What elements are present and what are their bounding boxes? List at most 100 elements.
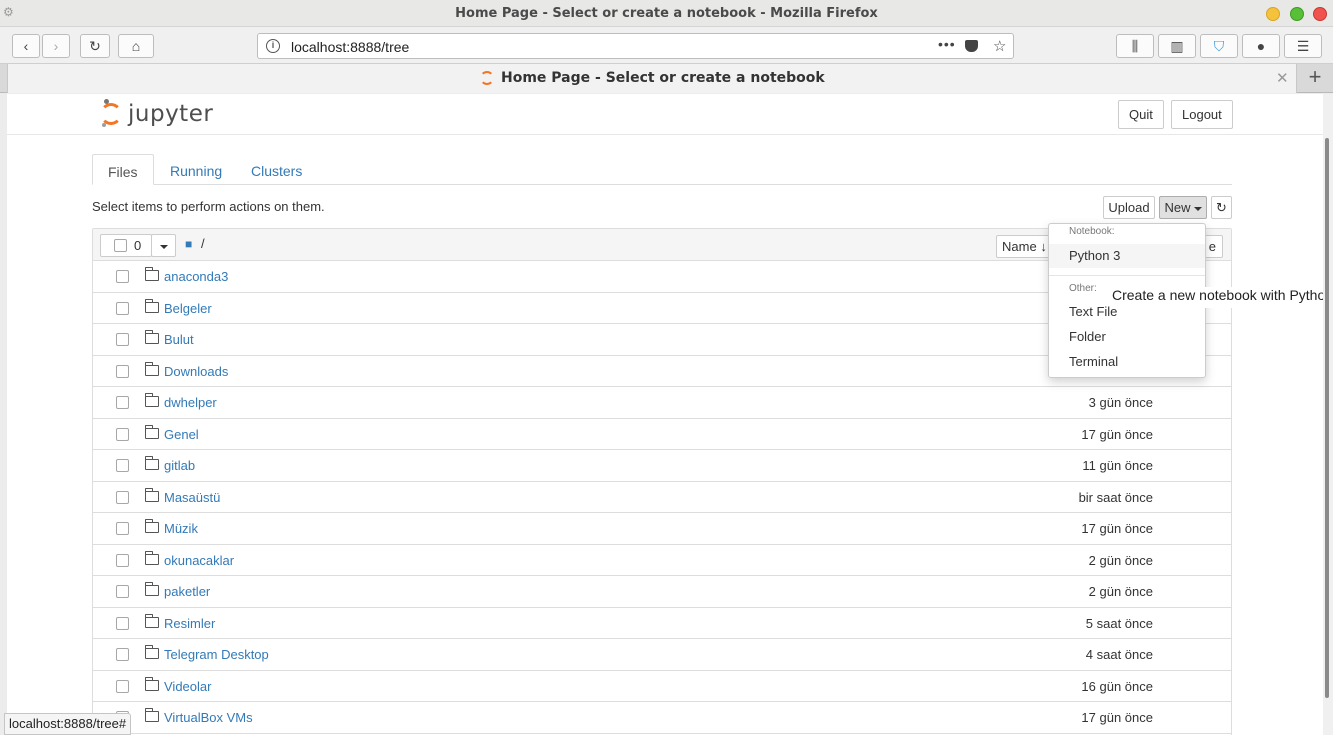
url-bar[interactable]: i localhost:8888/tree ••• ☆ <box>257 33 1014 59</box>
tab-clusters[interactable]: Clusters <box>236 154 317 185</box>
new-folder-item[interactable]: Folder <box>1049 325 1205 349</box>
library-button[interactable]: ⫼ <box>1116 34 1154 58</box>
jupyter-header: jupyter Quit Logout <box>7 94 1323 135</box>
upload-button[interactable]: Upload <box>1103 196 1155 219</box>
new-python3-item[interactable]: Python 3 <box>1049 244 1205 268</box>
url-text[interactable]: localhost:8888/tree <box>291 39 409 55</box>
table-row[interactable]: VirtualBox VMs 17 gün önce <box>93 702 1231 734</box>
select-dropdown-button[interactable] <box>151 234 176 257</box>
table-row[interactable]: gitlab 11 gün önce <box>93 450 1231 482</box>
row-checkbox[interactable] <box>116 333 129 346</box>
select-all-checkbox[interactable] <box>114 239 127 252</box>
file-name-link[interactable]: VirtualBox VMs <box>164 710 253 725</box>
page-content: jupyter Quit Logout Files Running Cluste… <box>7 94 1323 735</box>
table-row[interactable]: Müzik 17 gün önce <box>93 513 1231 545</box>
quit-button[interactable]: Quit <box>1118 100 1164 129</box>
new-terminal-item[interactable]: Terminal <box>1049 350 1205 374</box>
reload-button[interactable]: ↻ <box>80 34 110 58</box>
row-checkbox[interactable] <box>116 522 129 535</box>
home-icon: ⌂ <box>131 38 141 54</box>
pocket-icon[interactable] <box>965 40 978 52</box>
row-checkbox[interactable] <box>116 585 129 598</box>
page-actions-icon[interactable]: ••• <box>938 36 956 52</box>
folder-icon <box>145 676 159 691</box>
scrollbar-thumb[interactable] <box>1325 138 1329 698</box>
row-checkbox[interactable] <box>116 364 129 378</box>
row-checkbox[interactable] <box>116 427 129 441</box>
page-scrollbar[interactable] <box>1323 94 1333 735</box>
logout-button[interactable]: Logout <box>1171 100 1233 129</box>
minimize-button[interactable] <box>1266 7 1280 21</box>
file-name-link[interactable]: okunacaklar <box>164 553 234 568</box>
row-checkbox[interactable] <box>116 396 129 409</box>
logo-dot <box>104 99 109 104</box>
tab-title: Home Page - Select or create a notebook <box>501 70 825 86</box>
site-info-icon[interactable]: i <box>266 39 280 53</box>
reload-icon: ↻ <box>89 38 101 54</box>
row-checkbox[interactable] <box>116 490 129 504</box>
tab-close-icon[interactable]: ✕ <box>1276 69 1289 87</box>
new-tab-button[interactable]: + <box>1302 65 1328 91</box>
table-row[interactable]: Masaüstü bir saat önce <box>93 482 1231 513</box>
browser-toolbar: ‹ › ↻ ⌂ i localhost:8888/tree ••• ☆ ⫼ ▥ … <box>0 27 1333 64</box>
file-modified: 17 gün önce <box>1081 710 1153 725</box>
file-name-link[interactable]: Belgeler <box>164 301 212 316</box>
table-row[interactable]: paketler 2 gün önce <box>93 576 1231 608</box>
file-name-link[interactable]: Müzik <box>164 521 198 536</box>
jupyter-logo-icon <box>100 103 122 125</box>
row-checkbox[interactable] <box>116 616 129 630</box>
select-all-button[interactable]: 0 <box>100 234 152 257</box>
table-row[interactable]: dwhelper 3 gün önce <box>93 387 1231 419</box>
file-modified: 16 gün önce <box>1081 678 1153 694</box>
folder-icon <box>145 708 159 722</box>
file-name-link[interactable]: Bulut <box>164 332 194 347</box>
file-name-link[interactable]: Downloads <box>164 364 228 379</box>
file-name-link[interactable]: Resimler <box>164 616 215 631</box>
forward-button[interactable]: › <box>42 34 70 58</box>
file-name-link[interactable]: dwhelper <box>164 395 217 410</box>
row-checkbox[interactable] <box>116 648 129 661</box>
browser-tab-active[interactable]: Home Page - Select or create a notebook … <box>7 64 1297 93</box>
new-dropdown-button[interactable]: New <box>1159 196 1207 219</box>
home-button[interactable]: ⌂ <box>118 34 154 58</box>
file-modified: 17 gün önce <box>1081 426 1153 442</box>
sidebar-icon: ▥ <box>1170 38 1184 54</box>
folder-icon <box>145 456 159 470</box>
sort-name-button[interactable]: Name ↓ <box>996 235 1052 258</box>
tab-running[interactable]: Running <box>155 154 237 185</box>
refresh-button[interactable]: ↻ <box>1211 196 1232 219</box>
file-name-link[interactable]: Telegram Desktop <box>164 647 269 662</box>
back-button[interactable]: ‹ <box>12 34 40 58</box>
breadcrumb[interactable]: / <box>201 236 205 251</box>
row-checkbox[interactable] <box>116 459 129 472</box>
selected-count: 0 <box>134 238 142 253</box>
table-row[interactable]: Genel 17 gün önce <box>93 419 1231 450</box>
table-row[interactable]: Videolar 16 gün önce <box>93 671 1231 702</box>
extension-button[interactable]: ● <box>1242 34 1280 58</box>
new-label: New <box>1164 200 1191 215</box>
bookmark-star-icon[interactable]: ☆ <box>993 37 1006 55</box>
file-name-link[interactable]: gitlab <box>164 458 195 473</box>
folder-icon <box>145 361 159 376</box>
table-row[interactable]: Resimler 5 saat önce <box>93 608 1231 639</box>
file-modified: 17 gün önce <box>1081 521 1153 536</box>
row-checkbox[interactable] <box>116 553 129 567</box>
row-checkbox[interactable] <box>116 679 129 693</box>
folder-home-icon[interactable]: ■ <box>185 237 192 251</box>
file-name-link[interactable]: Genel <box>164 427 199 442</box>
maximize-button[interactable] <box>1290 7 1304 21</box>
table-row[interactable]: okunacaklar 2 gün önce <box>93 545 1231 576</box>
file-name-link[interactable]: Masaüstü <box>164 490 220 505</box>
row-checkbox[interactable] <box>116 270 129 283</box>
tab-files[interactable]: Files <box>92 154 154 185</box>
close-window-button[interactable] <box>1313 7 1327 21</box>
file-name-link[interactable]: anaconda3 <box>164 269 228 284</box>
row-checkbox[interactable] <box>116 301 129 315</box>
extension-shield-button[interactable]: ⛉ <box>1200 34 1238 58</box>
file-name-link[interactable]: paketler <box>164 584 210 599</box>
sidebar-button[interactable]: ▥ <box>1158 34 1196 58</box>
file-name-link[interactable]: Videolar <box>164 679 211 694</box>
file-modified: 5 saat önce <box>1085 615 1153 631</box>
open-menu-button[interactable]: ☰ <box>1284 34 1322 58</box>
table-row[interactable]: Telegram Desktop 4 saat önce <box>93 639 1231 671</box>
